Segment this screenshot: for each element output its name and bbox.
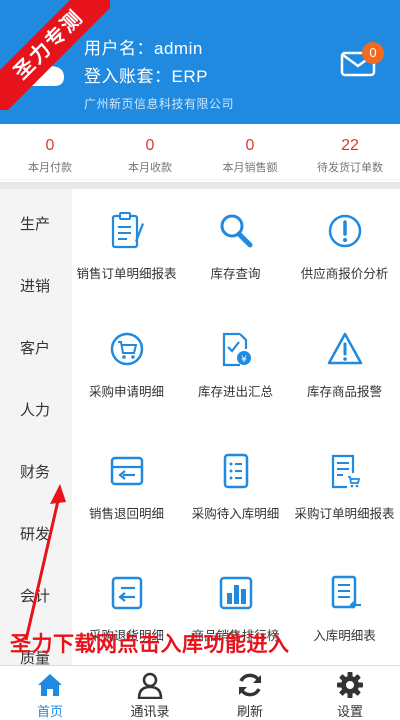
alert-circle-icon <box>328 214 361 248</box>
grid-item-label: 销售退回明细 <box>88 507 164 521</box>
list-icon <box>223 453 248 489</box>
sidebar-item-customer[interactable]: 客户 <box>20 337 50 358</box>
tab-contacts[interactable]: 通讯录 <box>100 666 200 720</box>
report-icon <box>111 212 144 249</box>
company-name: 广州新页信息科技有限公司 <box>84 97 235 111</box>
grid-item-label: 销售订单明细报表 <box>76 267 177 281</box>
grid-item-sales-order-report[interactable]: 销售订单明细报表 <box>72 211 181 282</box>
stat-label: 本月销售额 <box>222 162 278 174</box>
sidebar-item-hr[interactable]: 人力 <box>20 399 50 420</box>
inbound-icon <box>331 575 361 609</box>
tab-home[interactable]: 首页 <box>0 666 100 720</box>
stat-value: 0 <box>145 137 155 154</box>
grid-item-label: 采购订单明细报表 <box>294 507 395 521</box>
svg-text:¥: ¥ <box>241 355 247 365</box>
stat-pending-shipments[interactable]: 22 待发货订单数 <box>300 124 400 179</box>
grid-item-stock-query[interactable]: 库存查询 <box>181 211 290 282</box>
cart-icon <box>110 332 143 366</box>
tab-refresh[interactable]: 刷新 <box>200 666 300 720</box>
sales-return-icon <box>110 456 143 486</box>
stat-monthly-payment[interactable]: 0 本月付款 <box>0 124 100 179</box>
tab-label: 首页 <box>36 704 63 719</box>
grid-item-label: 采购申请明细 <box>88 385 164 399</box>
annotation-text: 圣力下载网点击入库功能进入 <box>10 633 290 656</box>
stats-bar: 0 本月付款 0 本月收款 0 本月销售额 22 待发货订单数 <box>0 124 400 180</box>
sidebar-item-finance[interactable]: 财务 <box>20 461 50 482</box>
purchase-order-icon <box>331 454 360 489</box>
cloud-icon <box>14 58 64 86</box>
grid-item-inbound-detail[interactable]: 入库明细表 <box>290 573 399 644</box>
sidebar-item-rnd[interactable]: 研发 <box>20 523 50 544</box>
grid-item-purchase-pending-inbound[interactable]: 采购待入库明细 <box>181 451 290 522</box>
purchase-return-icon <box>111 576 142 610</box>
grid-item-purchase-request[interactable]: 采购申请明细 <box>72 329 181 400</box>
tab-label: 刷新 <box>236 704 263 719</box>
stat-monthly-receipt[interactable]: 0 本月收款 <box>100 124 200 179</box>
stat-label: 本月付款 <box>28 162 72 174</box>
section-divider <box>0 182 400 189</box>
settings-icon <box>337 672 363 698</box>
grid-item-label: 库存进出汇总 <box>197 385 273 399</box>
grid-item-stock-alert[interactable]: 库存商品报警 <box>290 329 399 400</box>
grid-item-label: 入库明细表 <box>313 629 376 643</box>
stat-value: 0 <box>245 137 255 154</box>
grid-item-label: 库存查询 <box>210 267 261 281</box>
username-text: 用户名：admin <box>84 39 203 58</box>
search-icon <box>220 214 252 248</box>
profile-header: 用户名：admin 登入账套：ERP 广州新页信息科技有限公司 0 <box>0 0 400 124</box>
sidebar-item-purchase-sales[interactable]: 进销 <box>20 275 50 296</box>
sidebar-item-production[interactable]: 生产 <box>20 213 50 234</box>
grid-item-stock-summary[interactable]: ¥ 库存进出汇总 <box>181 329 290 400</box>
grid-item-label: 采购待入库明细 <box>191 507 280 521</box>
account-set-text: 登入账套：ERP <box>84 67 208 86</box>
warning-icon <box>327 332 362 365</box>
tab-settings[interactable]: 设置 <box>300 666 400 720</box>
grid-item-supplier-quote-analysis[interactable]: 供应商报价分析 <box>290 211 399 282</box>
report-grid: 销售订单明细报表 库存查询 供应商报价分析 采购申请明细 ¥ 库存进出汇总 库存… <box>72 189 400 665</box>
contacts-icon <box>137 672 163 699</box>
refresh-icon <box>239 673 261 697</box>
stat-label: 本月收款 <box>128 162 172 174</box>
ranking-icon <box>219 576 252 610</box>
bottom-tab-bar: 首页 通讯录 刷新 设置 <box>0 665 400 720</box>
tab-label: 通讯录 <box>130 704 170 719</box>
grid-item-purchase-order-report[interactable]: 采购订单明细报表 <box>290 451 399 522</box>
stat-monthly-sales[interactable]: 0 本月销售额 <box>200 124 300 179</box>
stat-value: 22 <box>341 137 359 154</box>
tab-label: 设置 <box>336 704 363 719</box>
grid-item-label: 库存商品报警 <box>306 385 382 399</box>
stock-summary-icon: ¥ <box>222 332 251 367</box>
grid-item-label: 供应商报价分析 <box>300 267 389 281</box>
mail-badge: 0 <box>362 42 384 64</box>
grid-item-sales-return[interactable]: 销售退回明细 <box>72 451 181 522</box>
stat-label: 待发货订单数 <box>317 162 383 174</box>
home-icon <box>38 674 62 696</box>
sidebar-item-accounting[interactable]: 会计 <box>20 585 50 606</box>
category-sidebar: 生产 进销 客户 人力 财务 研发 会计 质量 <box>0 189 72 667</box>
stat-value: 0 <box>45 137 55 154</box>
